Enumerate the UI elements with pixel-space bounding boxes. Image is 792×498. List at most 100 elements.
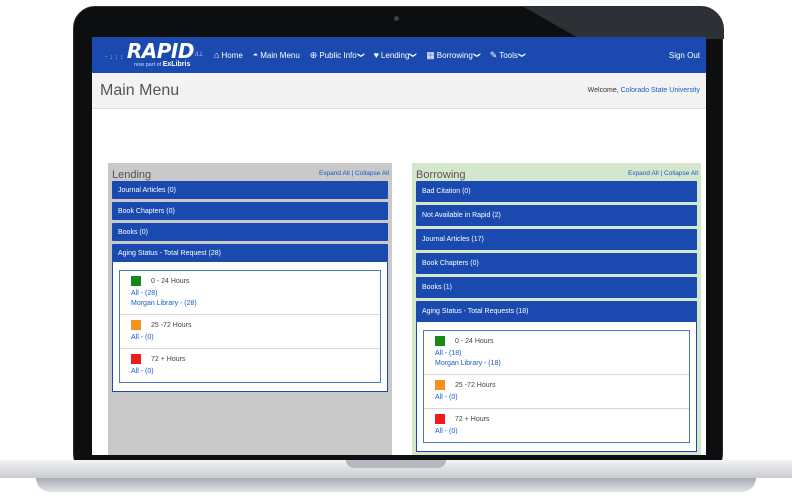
borrowing-aging-header[interactable]: Aging Status - Total Requests (18) [416, 301, 697, 322]
aging-range-label: 25 -72 Hours [455, 381, 496, 389]
lending-category-bar[interactable]: Book Chapters (0) [112, 202, 388, 220]
nav-item-main-menu[interactable]: ◓ Main Menu [253, 50, 300, 60]
welcome-prefix: Welcome, [587, 87, 619, 94]
borrowing-category-bar[interactable]: Journal Articles (17) [416, 229, 697, 250]
browser-screen: ·::: RAPID ILL now part of ExLibris ⌂ Hom… [92, 37, 706, 455]
lending-aging-box: 0 - 24 Hours All - (28) Morgan Library - (… [119, 270, 381, 383]
borrowing-aging-box: 0 - 24 Hours All - (18) Morgan Library - (… [423, 330, 690, 443]
borrowing-bars: Bad Citation (0) Not Available in Rapid (… [412, 181, 701, 452]
logo-brand: ExLibris [162, 61, 191, 69]
nav-menu: ⌂ Home ◓ Main Menu ⊕ Public Info ❯ ♥ Lending ❯ ▦ Bo… [214, 50, 535, 61]
aging-count-link[interactable]: All - (0) [435, 427, 678, 437]
laptop-notch [346, 460, 446, 468]
nav-item-label: Borrowing [436, 50, 473, 60]
lending-actions-separator: | [351, 170, 354, 177]
lending-expand-all[interactable]: Expand All [319, 170, 350, 177]
lending-aging-row: 25 -72 Hours All - (0) [120, 315, 380, 349]
camera-icon [394, 16, 399, 21]
aging-range-label: 72 + Hours [151, 355, 186, 363]
chevron-down-icon: ❯ [517, 52, 525, 58]
aging-range-label: 0 - 24 Hours [455, 337, 494, 345]
aging-count-link[interactable]: All - (0) [131, 367, 369, 377]
aging-count-link[interactable]: All - (0) [435, 393, 678, 403]
welcome-user-link[interactable]: Colorado State University [621, 87, 700, 94]
logo-dots: ·::: [104, 53, 125, 62]
nav-item-label: Lending [380, 50, 410, 60]
nav-item-tools[interactable]: ✎ Tools ❯ [490, 50, 525, 61]
aging-range-label: 25 -72 Hours [151, 321, 192, 329]
aging-range-label: 0 - 24 Hours [151, 277, 190, 285]
nav-item-label: Tools [499, 50, 518, 60]
chevron-down-icon: ❯ [472, 52, 480, 58]
heart-icon: ♥ [373, 50, 379, 60]
borrowing-aging-row: 0 - 24 Hours All - (18) Morgan Library - (… [424, 331, 689, 375]
lending-bars: Journal Articles (0) Book Chapters (0) Boo… [108, 181, 392, 392]
aging-count-link[interactable]: Morgan Library - (18) [435, 359, 678, 369]
lending-panel-header: Lending Expand All | Collapse All [108, 163, 392, 181]
borrowing-aging-row: 72 + Hours All - (0) [424, 409, 689, 442]
status-swatch [435, 336, 445, 346]
borrowing-panel-actions: Expand All | Collapse All [628, 170, 698, 177]
sign-out-link[interactable]: Sign Out [669, 51, 700, 60]
status-swatch [131, 354, 141, 364]
home-icon: ⌂ [214, 50, 220, 60]
aging-range: 72 + Hours [435, 414, 678, 424]
borrowing-panel: Borrowing Expand All | Collapse All Bad … [412, 163, 701, 455]
lending-category-bar[interactable]: Books (0) [112, 223, 388, 241]
welcome-message: Welcome, Colorado State University [588, 87, 700, 94]
page-header: Main Menu Welcome, Colorado State Univer… [92, 73, 706, 109]
aging-count-link[interactable]: All - (28) [131, 289, 369, 299]
lending-aging-header[interactable]: Aging Status - Total Request (28) [112, 244, 388, 262]
aging-count-link[interactable]: All - (18) [435, 349, 678, 359]
laptop-frame: ·::: RAPID ILL now part of ExLibris ⌂ Hom… [0, 0, 792, 498]
wrench-icon: ✎ [489, 49, 498, 60]
aging-range-label: 72 + Hours [455, 415, 490, 423]
borrowing-category-bar[interactable]: Not Available in Rapid (2) [416, 205, 697, 226]
borrowing-actions-separator: | [660, 170, 663, 177]
borrowing-collapse-all[interactable]: Collapse All [664, 170, 698, 177]
logo-main: RAPID [126, 39, 195, 64]
status-swatch [131, 276, 141, 286]
aging-range: 72 + Hours [131, 354, 369, 364]
borrowing-category-bar[interactable]: Bad Citation (0) [416, 181, 697, 202]
lending-aging-body: 0 - 24 Hours All - (28) Morgan Library - (… [112, 262, 388, 392]
chevron-down-icon: ❯ [409, 52, 417, 58]
status-swatch [131, 320, 141, 330]
lending-panel-actions: Expand All | Collapse All [319, 170, 389, 177]
nav-item-label: Public Info [319, 50, 357, 60]
page-title: Main Menu [100, 81, 180, 99]
aging-range: 0 - 24 Hours [435, 336, 678, 346]
borrowing-category-bar[interactable]: Books (1) [416, 277, 697, 298]
nav-item-home[interactable]: ⌂ Home [214, 50, 243, 60]
top-navbar: ·::: RAPID ILL now part of ExLibris ⌂ Hom… [92, 37, 706, 73]
borrowing-expand-all[interactable]: Expand All [628, 170, 659, 177]
globe-icon: ⊕ [309, 49, 318, 60]
nav-item-label: Home [221, 50, 243, 60]
laptop-base [0, 460, 792, 498]
aging-count-link[interactable]: All - (0) [131, 333, 369, 343]
lending-collapse-all[interactable]: Collapse All [355, 170, 389, 177]
nav-item-public-info[interactable]: ⊕ Public Info ❯ [310, 50, 364, 61]
logo-sub-text: now part of [134, 62, 162, 69]
aging-range: 25 -72 Hours [435, 380, 678, 390]
aging-range: 0 - 24 Hours [131, 276, 369, 286]
grid-icon: ▦ [426, 49, 435, 60]
borrowing-aging-row: 25 -72 Hours All - (0) [424, 375, 689, 409]
dashboard-icon: ◓ [252, 50, 259, 60]
logo-subtitle: now part of ExLibris [134, 61, 190, 69]
lending-aging-row: 72 + Hours All - (0) [120, 349, 380, 382]
borrowing-category-bar[interactable]: Book Chapters (0) [416, 253, 697, 274]
borrowing-aging-body: 0 - 24 Hours All - (18) Morgan Library - (… [416, 322, 697, 452]
nav-item-lending[interactable]: ♥ Lending ❯ [374, 50, 417, 60]
nav-item-borrowing[interactable]: ▦ Borrowing ❯ [426, 50, 479, 61]
lending-category-bar[interactable]: Journal Articles (0) [112, 181, 388, 199]
borrowing-title: Borrowing [416, 169, 466, 181]
aging-range: 25 -72 Hours [131, 320, 369, 330]
rapid-logo[interactable]: ·::: RAPID ILL now part of ExLibris [104, 41, 214, 69]
lending-aging-row: 0 - 24 Hours All - (28) Morgan Library - (… [120, 271, 380, 315]
laptop-base-bottom [36, 478, 756, 492]
nav-item-label: Main Menu [260, 50, 300, 60]
status-swatch [435, 414, 445, 424]
aging-count-link[interactable]: Morgan Library - (28) [131, 299, 369, 309]
chevron-down-icon: ❯ [356, 52, 364, 58]
